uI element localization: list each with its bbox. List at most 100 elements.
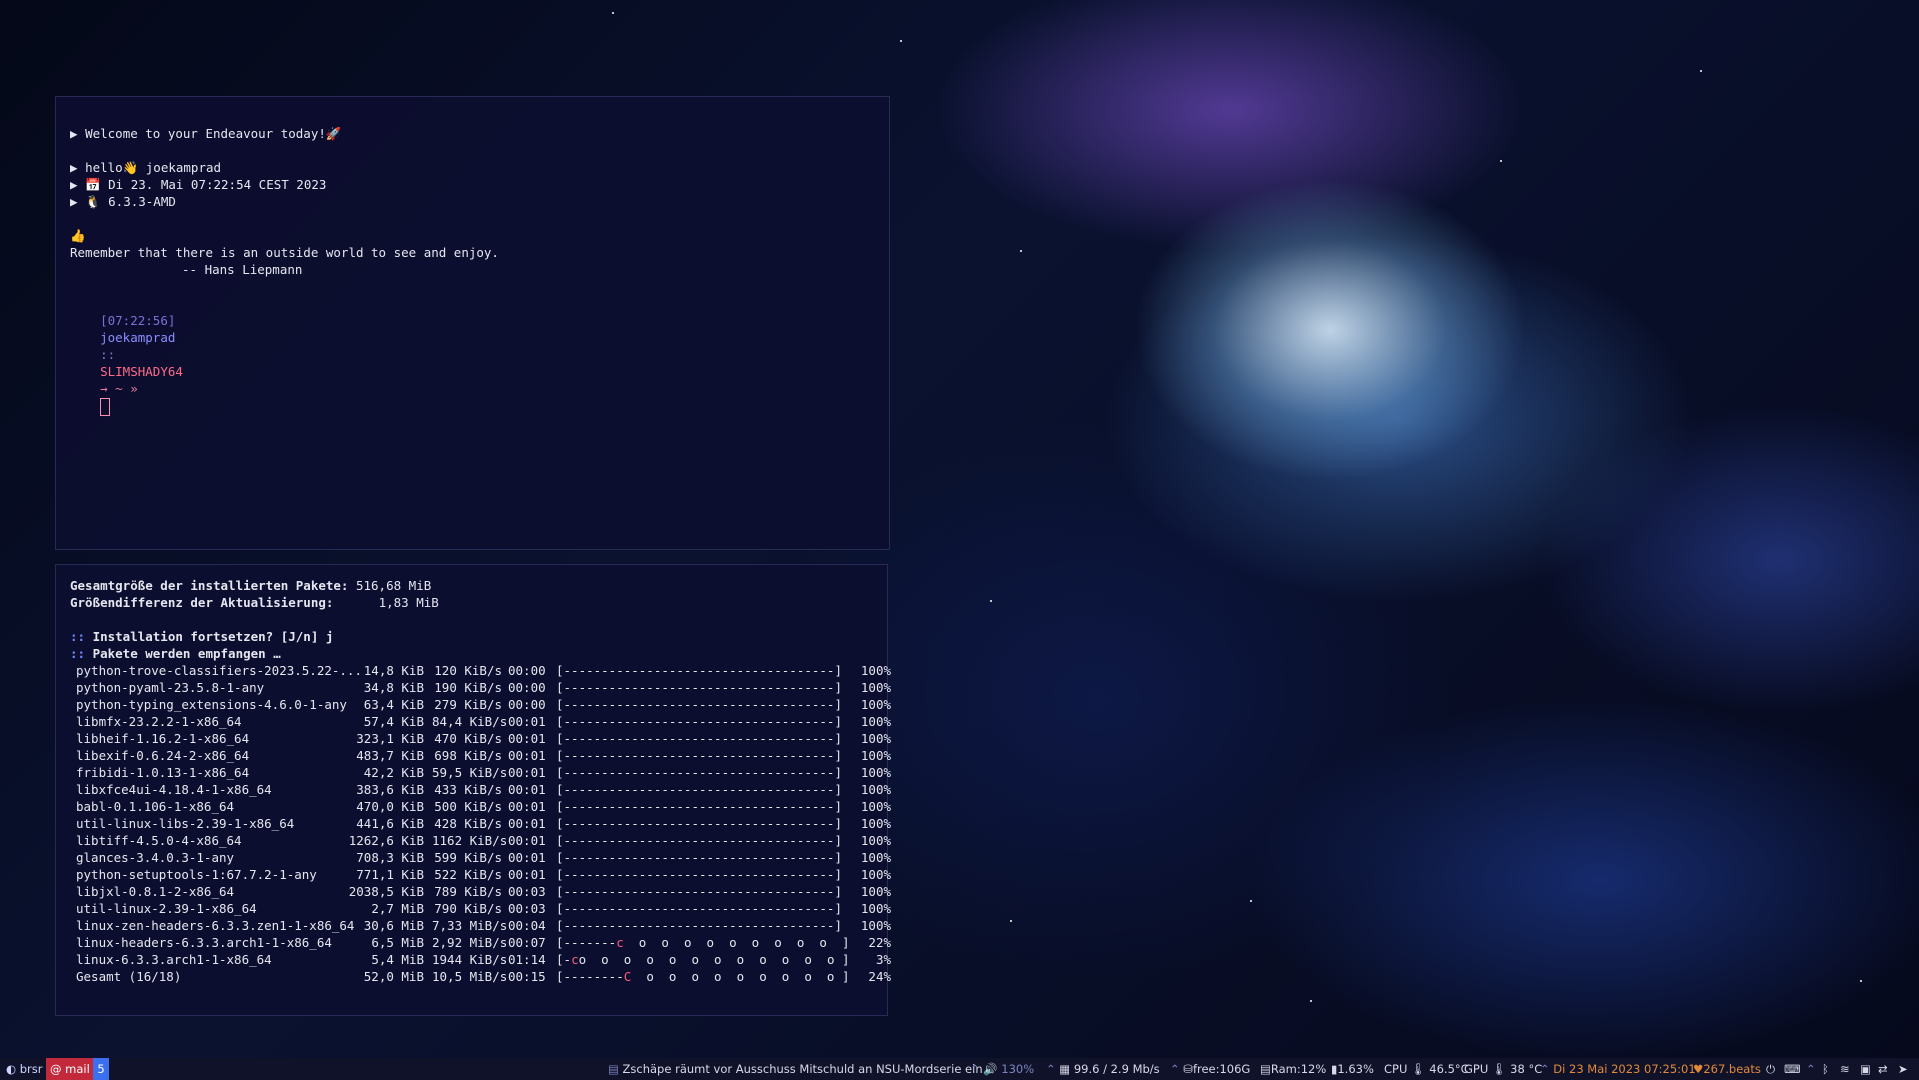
package-pct: 100% bbox=[860, 833, 891, 848]
datetime-widget[interactable]: ⌃ Di 23 Mai 2023 07:25:01 bbox=[1540, 1058, 1696, 1080]
shell-prompt[interactable]: [07:22:56] joekamprad :: SLIMSHADY64 → ~… bbox=[70, 295, 183, 433]
package-name: util-linux-2.39-1-x86_64 bbox=[76, 901, 257, 916]
kernel-line: ▶ 🐧 6.3.3-AMD bbox=[70, 194, 176, 209]
ram-widget[interactable]: ▤Ram:12% bbox=[1260, 1058, 1326, 1080]
package-pct: 24% bbox=[868, 969, 891, 984]
package-time: 01:14 bbox=[508, 952, 546, 967]
prompt-path: → ~ » bbox=[100, 381, 138, 396]
package-rate: 599 KiB/s bbox=[434, 850, 502, 865]
star bbox=[900, 40, 902, 42]
package-rate: 790 KiB/s bbox=[434, 901, 502, 916]
workspace-mail[interactable]: @ mail bbox=[46, 1058, 93, 1080]
package-bar: [------------------------------------] bbox=[556, 901, 842, 916]
ram-value: Ram:12% bbox=[1270, 1062, 1327, 1076]
package-size: 383,6 KiB bbox=[356, 782, 424, 797]
package-pct: 100% bbox=[860, 748, 891, 763]
package-name: libtiff-4.5.0-4-x86_64 bbox=[76, 833, 242, 848]
package-bar: [--------C o o o o o o o o o ] bbox=[556, 969, 850, 984]
package-name: libxfce4ui-4.18.4-1-x86_64 bbox=[76, 782, 272, 797]
package-size: 5,4 MiB bbox=[371, 952, 424, 967]
disk-widget[interactable]: ⌃ ⛁free:106G bbox=[1170, 1058, 1250, 1080]
total-size-label: Gesamtgröße der installierten Pakete: bbox=[70, 578, 349, 593]
star bbox=[1020, 250, 1022, 252]
power-icon[interactable]: ⏻ bbox=[1766, 1058, 1775, 1080]
star bbox=[1250, 900, 1252, 902]
volume-widget[interactable]: ⌃ 🔊 130% bbox=[970, 1058, 1034, 1080]
bluetooth-icon[interactable]: ᛒ bbox=[1822, 1058, 1829, 1080]
package-time: 00:00 bbox=[508, 680, 546, 695]
total-size-value: 516,68 MiB bbox=[355, 578, 432, 593]
browser-icon: ◐ bbox=[6, 1062, 20, 1076]
disk-icon: ⛁ bbox=[1183, 1062, 1193, 1076]
package-pct: 100% bbox=[860, 918, 891, 933]
clipboard-icon[interactable]: ▣ bbox=[1860, 1058, 1871, 1080]
package-pct: 100% bbox=[860, 901, 891, 916]
beats-widget[interactable]: ♥267.beats bbox=[1693, 1058, 1761, 1080]
diff-value: 1,83 MiB bbox=[378, 595, 439, 610]
news-icon: ▤ bbox=[608, 1062, 623, 1076]
package-bar: [------------------------------------] bbox=[556, 765, 842, 780]
package-pct: 100% bbox=[860, 663, 891, 678]
gpu-temp-widget[interactable]: GPU 🌡 38 °C bbox=[1464, 1058, 1542, 1080]
cpu-load-widget[interactable]: ▮1.63% bbox=[1331, 1058, 1374, 1080]
hello-line: ▶ hello👋 joekamprad bbox=[70, 160, 222, 175]
diff-label: Größendifferenz der Aktualisierung: bbox=[70, 595, 334, 610]
package-name: util-linux-libs-2.39-1-x86_64 bbox=[76, 816, 295, 831]
beats-value: 267.beats bbox=[1703, 1062, 1761, 1076]
package-rate: 698 KiB/s bbox=[434, 748, 502, 763]
heart-icon: ♥ bbox=[1693, 1062, 1704, 1076]
wifi-icon[interactable]: ≋ bbox=[1840, 1058, 1850, 1080]
keyboard-icon[interactable]: ⌨ bbox=[1784, 1058, 1801, 1080]
terminal-window-pacman[interactable]: Gesamtgröße der installierten Pakete: 51… bbox=[55, 564, 891, 1016]
volume-value: 130% bbox=[1001, 1062, 1035, 1076]
package-time: 00:01 bbox=[508, 833, 546, 848]
package-name: libheif-1.16.2-1-x86_64 bbox=[76, 731, 250, 746]
package-size: 441,6 KiB bbox=[356, 816, 424, 831]
package-rate: 500 KiB/s bbox=[434, 799, 502, 814]
package-time: 00:01 bbox=[508, 850, 546, 865]
package-bar: [------------------------------------] bbox=[556, 714, 842, 729]
text-cursor[interactable] bbox=[100, 397, 111, 416]
package-pct: 100% bbox=[860, 884, 891, 899]
workspace-label: brsr bbox=[19, 1062, 43, 1076]
confirm-line: :: Installation fortsetzen? [J/n] j bbox=[70, 629, 334, 644]
package-rate: 190 KiB/s bbox=[434, 680, 502, 695]
package-pct: 100% bbox=[860, 714, 891, 729]
cpu-load-value: 1.63% bbox=[1337, 1062, 1374, 1076]
package-bar: [------------------------------------] bbox=[556, 884, 842, 899]
package-bar: [------------------------------------] bbox=[556, 782, 842, 797]
send-icon[interactable]: ➤ bbox=[1898, 1058, 1908, 1080]
hello-text: hello👋 joekamprad bbox=[85, 160, 222, 175]
package-bar: [------------------------------------] bbox=[556, 833, 842, 848]
network-widget[interactable]: ⌃ ▦ 99.6 / 2.9 Mb/s bbox=[1046, 1058, 1160, 1080]
workspace-brsr[interactable]: ◐ brsr bbox=[2, 1058, 46, 1080]
package-time: 00:01 bbox=[508, 731, 546, 746]
package-rate: 279 KiB/s bbox=[434, 697, 502, 712]
package-time: 00:01 bbox=[508, 765, 546, 780]
package-size: 30,6 MiB bbox=[363, 918, 424, 933]
star bbox=[1700, 70, 1702, 72]
package-size: 57,4 KiB bbox=[363, 714, 424, 729]
package-pct: 100% bbox=[860, 867, 891, 882]
package-pct: 100% bbox=[860, 799, 891, 814]
taskbar: ◐ brsr @ mail 5 ▤ Zschäpe räumt vor Auss… bbox=[0, 1058, 1919, 1080]
prompt-host: SLIMSHADY64 bbox=[100, 364, 183, 379]
total-size-line: Gesamtgröße der installierten Pakete: 51… bbox=[70, 577, 431, 594]
cpu-temp-widget[interactable]: CPU 🌡 46.5°C bbox=[1384, 1058, 1469, 1080]
network-tray-icon[interactable]: ⇄ bbox=[1878, 1058, 1888, 1080]
star bbox=[612, 12, 614, 14]
package-bar: [-co o o o o o o o o o o o ] bbox=[556, 952, 850, 967]
star bbox=[1310, 1000, 1312, 1002]
package-rate: 433 KiB/s bbox=[434, 782, 502, 797]
news-ticker[interactable]: ▤ Zschäpe räumt vor Ausschuss Mitschuld … bbox=[608, 1058, 983, 1080]
at-icon: @ bbox=[50, 1062, 66, 1076]
up-arrow-icon[interactable]: ⌃ bbox=[1806, 1058, 1816, 1080]
package-bar: [------------------------------------] bbox=[556, 663, 842, 678]
workspace-5[interactable]: 5 bbox=[93, 1058, 109, 1080]
terminal-window-welcome[interactable]: ▶ Welcome to your Endeavour today!🚀 ▶ he… bbox=[55, 96, 890, 550]
package-size: 2,7 MiB bbox=[371, 901, 424, 916]
welcome-text: Welcome to your Endeavour today!🚀 bbox=[85, 126, 342, 141]
package-size: 483,7 KiB bbox=[356, 748, 424, 763]
star bbox=[1010, 920, 1012, 922]
package-time: 00:01 bbox=[508, 816, 546, 831]
